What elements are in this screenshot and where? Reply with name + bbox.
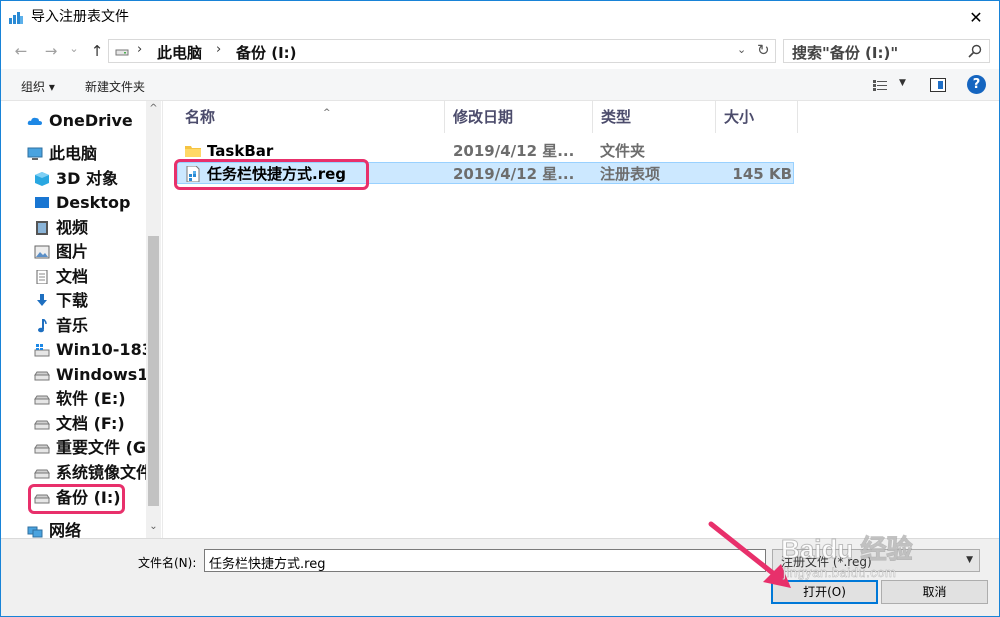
watermark-logo: Baidu 经验 bbox=[780, 534, 913, 565]
window-title: 导入注册表文件 bbox=[31, 9, 129, 25]
breadcrumb-this-pc[interactable]: 此电脑 bbox=[157, 42, 202, 63]
breadcrumb-separator[interactable]: › bbox=[137, 42, 142, 57]
back-button[interactable]: ← bbox=[11, 42, 31, 60]
command-toolbar: 组织 ▾ 新建文件夹 ▼ ? bbox=[1, 69, 999, 101]
filename-input[interactable]: 任务栏快捷方式.reg bbox=[204, 549, 766, 572]
sort-ascending-icon: ^ bbox=[323, 108, 331, 118]
windows-drive-icon bbox=[34, 344, 50, 357]
drive-icon bbox=[34, 444, 50, 454]
recent-locations-button[interactable]: ⌄ bbox=[64, 40, 84, 58]
up-button[interactable]: ↑ bbox=[87, 42, 107, 60]
nav-scrollbar[interactable]: ^ ⌄ bbox=[146, 101, 161, 538]
filename-label: 文件名(N): bbox=[138, 556, 197, 570]
drive-icon bbox=[34, 395, 50, 405]
close-button[interactable]: ✕ bbox=[953, 1, 999, 33]
arrow-up-icon: ↑ bbox=[90, 42, 104, 60]
network-icon bbox=[27, 526, 43, 538]
forward-button[interactable]: → bbox=[41, 42, 61, 60]
search-icon bbox=[968, 44, 982, 58]
watermark-url: jingyan.baidu.com bbox=[783, 565, 897, 581]
cube-icon bbox=[35, 172, 49, 186]
file-type: 文件夹 bbox=[600, 142, 646, 160]
column-header-modified[interactable]: 修改日期 bbox=[445, 101, 593, 133]
help-icon[interactable]: ? bbox=[967, 75, 986, 94]
organize-button[interactable]: 组织 ▾ bbox=[21, 78, 55, 95]
refresh-icon[interactable]: ↻ bbox=[757, 41, 770, 59]
file-modified: 2019/4/12 星... bbox=[453, 142, 575, 160]
file-type: 注册表项 bbox=[600, 165, 661, 183]
navigation-pane: OneDrive 此电脑 3D 对象 Desktop 视频 图片 文档 下载 音… bbox=[1, 101, 161, 538]
video-icon bbox=[36, 221, 48, 235]
address-row: ← → ⌄ ↑ › 此电脑 › 备份 (I:) ⌄ ↻ 搜索"备份 (I:)" bbox=[1, 34, 999, 68]
desktop-icon bbox=[35, 197, 49, 208]
address-history-dropdown[interactable]: ⌄ bbox=[737, 43, 746, 56]
preview-pane-icon[interactable] bbox=[930, 78, 946, 92]
address-bar[interactable]: › 此电脑 › 备份 (I:) ⌄ ↻ bbox=[108, 39, 776, 63]
file-highlight-box bbox=[174, 159, 369, 190]
import-registry-dialog: 导入注册表文件 ✕ ← → ⌄ ↑ › 此电脑 › 备份 (I:) ⌄ ↻ 搜索… bbox=[0, 0, 1000, 617]
scroll-up-icon[interactable]: ^ bbox=[146, 101, 161, 117]
breadcrumb-current-drive[interactable]: 备份 (I:) bbox=[236, 42, 297, 63]
drive-icon bbox=[34, 420, 50, 430]
scrollbar-thumb[interactable] bbox=[148, 236, 159, 506]
download-icon bbox=[37, 294, 47, 306]
file-modified: 2019/4/12 星... bbox=[453, 165, 575, 183]
chevron-down-icon: ⌄ bbox=[69, 42, 79, 55]
column-header-size[interactable]: 大小 bbox=[716, 101, 798, 133]
close-icon: ✕ bbox=[969, 7, 983, 27]
search-placeholder: 搜索"备份 (I:)" bbox=[792, 44, 899, 62]
title-bar: 导入注册表文件 ✕ bbox=[1, 1, 999, 33]
drive-icon bbox=[34, 371, 50, 381]
music-icon bbox=[38, 319, 47, 333]
drive-highlight-box bbox=[28, 484, 125, 514]
drive-icon bbox=[115, 49, 129, 56]
arrow-left-icon: ← bbox=[14, 42, 28, 60]
view-options-icon[interactable] bbox=[872, 77, 888, 93]
scroll-down-icon[interactable]: ⌄ bbox=[146, 519, 161, 535]
picture-icon bbox=[34, 245, 50, 259]
view-dropdown-icon[interactable]: ▼ bbox=[899, 78, 906, 88]
registry-editor-icon bbox=[9, 12, 23, 24]
baidu-watermark: Baidu 经验 jingyan.baidu.com bbox=[780, 529, 999, 589]
column-header-name[interactable]: 名称 ^ bbox=[177, 101, 445, 133]
document-icon bbox=[36, 270, 48, 284]
breadcrumb-separator[interactable]: › bbox=[216, 42, 221, 57]
file-size: 145 KB bbox=[732, 165, 792, 183]
search-input[interactable]: 搜索"备份 (I:)" bbox=[783, 39, 990, 63]
column-header-type[interactable]: 类型 bbox=[593, 101, 716, 133]
drive-icon bbox=[34, 469, 50, 479]
arrow-right-icon: → bbox=[44, 42, 58, 60]
new-folder-button[interactable]: 新建文件夹 bbox=[85, 78, 145, 95]
folder-icon bbox=[185, 146, 201, 157]
cloud-icon bbox=[27, 117, 42, 125]
computer-icon bbox=[27, 147, 43, 160]
